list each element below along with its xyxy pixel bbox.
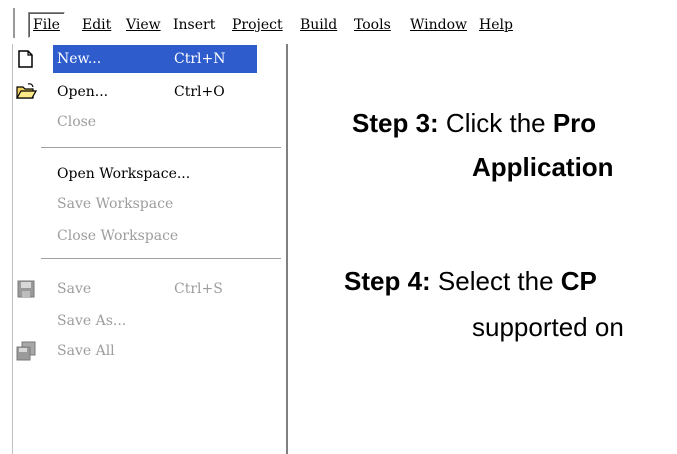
save-all-icon [16,341,36,361]
menu-item-new[interactable]: New... Ctrl+N [13,44,275,74]
menu-item-new-shortcut: Ctrl+N [174,51,226,67]
menu-item-save-as[interactable]: Save As... [13,306,275,336]
step-3-text: Click the [445,108,553,138]
menu-item-close-workspace[interactable]: Close Workspace [13,221,275,251]
menu-item-save-as-label: Save As... [57,313,127,329]
menu-file[interactable]: File [28,12,65,38]
step-4-line-1: Step 4: Select the CP [344,264,597,298]
menu-insert-label: Insert [173,17,216,33]
save-disk-icon [17,280,35,298]
open-folder-icon [15,83,37,99]
menu-project-label: Project [232,17,283,33]
step-4-line-2-text: supported on [472,312,624,342]
menu-view-label: View [126,17,161,33]
step-4-label: Step 4: [344,266,431,296]
new-file-icon [18,50,33,68]
menu-item-open-shortcut: Ctrl+O [174,84,225,100]
menu-item-close[interactable]: Close [13,107,275,137]
menu-separator [41,258,281,260]
step-4-bold: CP [560,266,597,296]
step-4-line-2: supported on [472,310,624,344]
menu-view[interactable]: View [122,14,165,36]
menu-item-save[interactable]: Save Ctrl+S [13,274,275,304]
menu-edit-label: Edit [82,17,112,33]
step-4-text: Select the [437,266,561,296]
menu-item-save-label: Save [57,281,92,297]
menu-project[interactable]: Project [228,14,287,36]
menu-edit[interactable]: Edit [78,14,115,36]
menu-item-save-all[interactable]: Save All [13,336,275,366]
toolbar-grip-line [13,8,16,38]
menu-item-close-workspace-label: Close Workspace [57,228,179,244]
menu-item-open-label: Open... [57,84,109,100]
menu-item-save-shortcut: Ctrl+S [174,281,223,297]
menu-separator [41,147,281,149]
menu-item-open-workspace-label: Open Workspace... [57,166,191,182]
menu-item-save-all-label: Save All [57,343,115,359]
menu-item-open[interactable]: Open... Ctrl+O [13,77,275,107]
step-3-line-1: Step 3: Click the Pro [352,106,596,140]
menu-item-save-workspace-label: Save Workspace [57,196,174,212]
menu-item-close-label: Close [57,114,97,130]
menu-item-new-label: New... [57,51,102,67]
step-3-label: Step 3: [352,108,439,138]
menu-insert[interactable]: Insert [169,14,219,36]
file-menu-panel: New... Ctrl+N Open... Ctrl+O Close Open … [12,44,284,454]
menu-item-open-workspace[interactable]: Open Workspace... [13,159,275,189]
file-menu-dropdown: New... Ctrl+N Open... Ctrl+O Close Open … [12,44,288,454]
step-3-bold: Pro [552,108,597,138]
step-3-line-2: Application [472,150,614,184]
menu-file-label: File [33,17,60,33]
instructions-area: Step 3: Click the Pro Application Step 4… [300,0,677,445]
menu-item-save-workspace[interactable]: Save Workspace [13,189,275,219]
step-3-line-2-text: Application [472,152,614,182]
